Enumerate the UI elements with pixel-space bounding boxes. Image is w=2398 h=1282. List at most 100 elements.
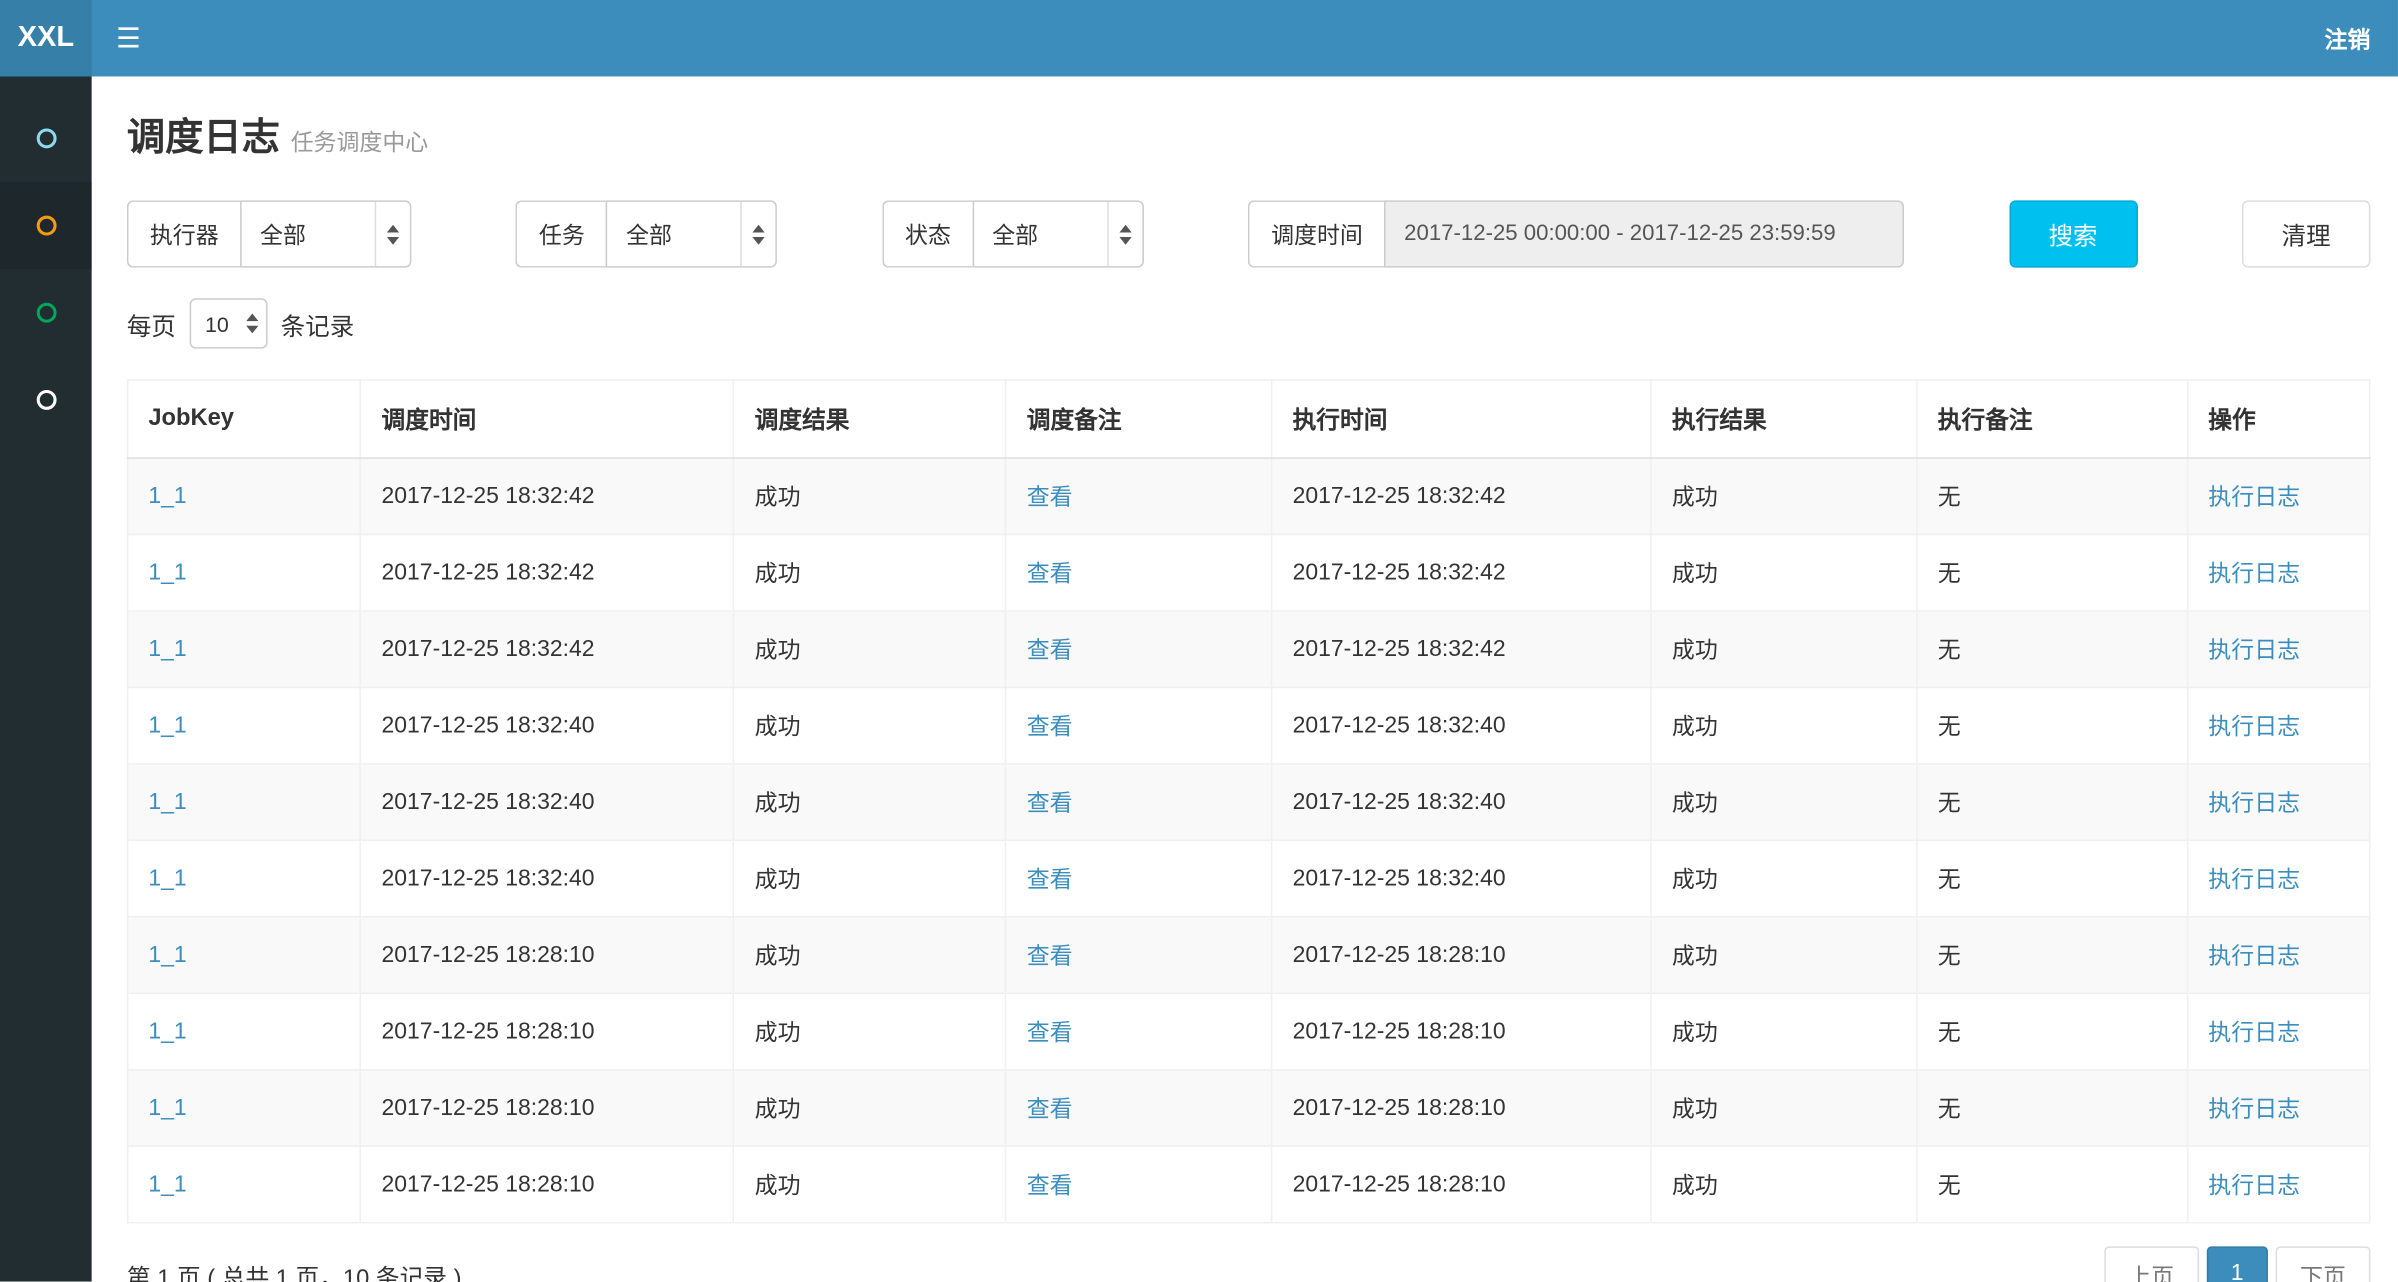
dispatch-result-cell: 成功 (734, 993, 1006, 1069)
table-footer: 第 1 页 ( 总共 1 页，10 条记录 ) 上页 1 下页 (127, 1246, 2370, 1282)
column-header-exec-remark: 执行备注 (1917, 380, 2188, 458)
logo[interactable]: XXL (0, 0, 92, 76)
sidebar-item-menu-4[interactable] (0, 356, 92, 443)
select-arrows-icon (375, 202, 410, 266)
exec-log-link[interactable]: 执行日志 (2208, 714, 2300, 740)
exec-time-cell: 2017-12-25 18:28:10 (1272, 1146, 1651, 1222)
page-size-select[interactable]: 10 (190, 298, 267, 348)
log-table-header: JobKey 调度时间 调度结果 调度备注 执行时间 执行结果 执行备注 操作 (128, 380, 2370, 458)
dispatch-remark-cell: 查看 (1006, 687, 1272, 763)
dispatch-remark-cell: 查看 (1006, 1146, 1272, 1222)
page-size-suffix: 条记录 (281, 305, 354, 342)
jobkey-link[interactable]: 1_1 (148, 560, 186, 586)
sidebar-item-menu-1[interactable] (0, 95, 92, 182)
jobkey-link[interactable]: 1_1 (148, 483, 186, 509)
dispatch-remark-link[interactable]: 查看 (1027, 1173, 1073, 1199)
exec-result-cell: 成功 (1651, 534, 1917, 610)
table-row: 1_1 2017-12-25 18:32:40 成功 查看 2017-12-25… (128, 840, 2370, 916)
sidebar-item-menu-2[interactable] (0, 182, 92, 269)
exec-log-link[interactable]: 执行日志 (2208, 1173, 2300, 1199)
jobkey-link[interactable]: 1_1 (148, 1019, 186, 1045)
next-page-button[interactable]: 下页 (2276, 1246, 2371, 1282)
dispatch-remark-link[interactable]: 查看 (1027, 714, 1073, 740)
exec-log-link[interactable]: 执行日志 (2208, 561, 2300, 587)
content-header: 调度日志任务调度中心 (127, 107, 2370, 162)
dispatch-time-cell: 2017-12-25 18:32:40 (361, 840, 734, 916)
column-header-exec-time: 执行时间 (1272, 380, 1651, 458)
jobkey-cell: 1_1 (128, 840, 361, 916)
action-cell: 执行日志 (2188, 993, 2370, 1069)
page-subtitle: 任务调度中心 (291, 130, 429, 156)
status-select-value: 全部 (992, 218, 1088, 250)
dispatch-remark-link[interactable]: 查看 (1027, 638, 1073, 664)
exec-time-cell: 2017-12-25 18:32:40 (1272, 687, 1651, 763)
exec-result-cell: 成功 (1651, 917, 1917, 993)
table-row: 1_1 2017-12-25 18:32:42 成功 查看 2017-12-25… (128, 458, 2370, 534)
hamburger-icon: ☰ (116, 22, 141, 54)
jobkey-cell: 1_1 (128, 611, 361, 687)
dispatch-remark-cell: 查看 (1006, 840, 1272, 916)
jobkey-link[interactable]: 1_1 (148, 713, 186, 739)
clear-button[interactable]: 清理 (2242, 200, 2370, 267)
executor-filter: 执行器 全部 (127, 200, 411, 267)
jobkey-link[interactable]: 1_1 (148, 789, 186, 815)
dispatch-remark-cell: 查看 (1006, 1070, 1272, 1146)
status-select[interactable]: 全部 (972, 200, 1143, 267)
jobkey-link[interactable]: 1_1 (148, 942, 186, 968)
jobkey-cell: 1_1 (128, 1146, 361, 1222)
dispatch-remark-link[interactable]: 查看 (1027, 1097, 1073, 1123)
exec-log-link[interactable]: 执行日志 (2208, 638, 2300, 664)
exec-log-link[interactable]: 执行日志 (2208, 791, 2300, 817)
search-button[interactable]: 搜索 (2009, 200, 2137, 267)
page-size-control: 每页 10 条记录 (127, 298, 2370, 348)
executor-select-value: 全部 (260, 218, 356, 250)
dispatch-remark-link[interactable]: 查看 (1027, 561, 1073, 587)
sidebar-item-menu-3[interactable] (0, 269, 92, 356)
page-title: 调度日志 (127, 116, 280, 159)
dispatch-remark-link[interactable]: 查看 (1027, 1020, 1073, 1046)
jobkey-cell: 1_1 (128, 458, 361, 534)
action-cell: 执行日志 (2188, 1070, 2370, 1146)
jobkey-cell: 1_1 (128, 993, 361, 1069)
executor-filter-label: 执行器 (127, 200, 240, 267)
dispatch-remark-link[interactable]: 查看 (1027, 867, 1073, 893)
job-select[interactable]: 全部 (606, 200, 777, 267)
exec-remark-cell: 无 (1917, 764, 2188, 840)
dispatch-remark-link[interactable]: 查看 (1027, 485, 1073, 511)
exec-log-link[interactable]: 执行日志 (2208, 867, 2300, 893)
exec-log-link[interactable]: 执行日志 (2208, 1020, 2300, 1046)
table-row: 1_1 2017-12-25 18:32:42 成功 查看 2017-12-25… (128, 534, 2370, 610)
current-page-button[interactable]: 1 (2206, 1246, 2268, 1282)
time-range-input[interactable] (1384, 200, 1904, 267)
dispatch-remark-cell: 查看 (1006, 458, 1272, 534)
exec-log-link[interactable]: 执行日志 (2208, 944, 2300, 970)
prev-page-button[interactable]: 上页 (2104, 1246, 2199, 1282)
logout-link[interactable]: 注销 (2325, 22, 2371, 54)
sidebar-toggle-button[interactable]: ☰ (92, 0, 165, 76)
exec-remark-cell: 无 (1917, 1146, 2188, 1222)
exec-result-cell: 成功 (1651, 1070, 1917, 1146)
jobkey-link[interactable]: 1_1 (148, 636, 186, 662)
exec-result-cell: 成功 (1651, 840, 1917, 916)
app-window: XXL ☰ 注销 调度日志任务调度中心 执行器 全部 任务 全部 (0, 0, 2398, 1282)
exec-log-link[interactable]: 执行日志 (2208, 485, 2300, 511)
job-filter-label: 任务 (516, 200, 606, 267)
jobkey-cell: 1_1 (128, 764, 361, 840)
exec-log-link[interactable]: 执行日志 (2208, 1097, 2300, 1123)
time-filter: 调度时间 (1248, 200, 1904, 267)
action-cell: 执行日志 (2188, 458, 2370, 534)
dispatch-remark-cell: 查看 (1006, 917, 1272, 993)
dispatch-result-cell: 成功 (734, 534, 1006, 610)
dispatch-time-cell: 2017-12-25 18:32:42 (361, 458, 734, 534)
column-header-jobkey: JobKey (128, 380, 361, 458)
executor-select[interactable]: 全部 (240, 200, 411, 267)
jobkey-link[interactable]: 1_1 (148, 1095, 186, 1121)
sidebar (0, 76, 92, 1281)
jobkey-link[interactable]: 1_1 (148, 866, 186, 892)
dispatch-remark-cell: 查看 (1006, 993, 1272, 1069)
action-cell: 执行日志 (2188, 1146, 2370, 1222)
dispatch-remark-link[interactable]: 查看 (1027, 944, 1073, 970)
table-row: 1_1 2017-12-25 18:28:10 成功 查看 2017-12-25… (128, 917, 2370, 993)
dispatch-remark-link[interactable]: 查看 (1027, 791, 1073, 817)
jobkey-link[interactable]: 1_1 (148, 1171, 186, 1197)
